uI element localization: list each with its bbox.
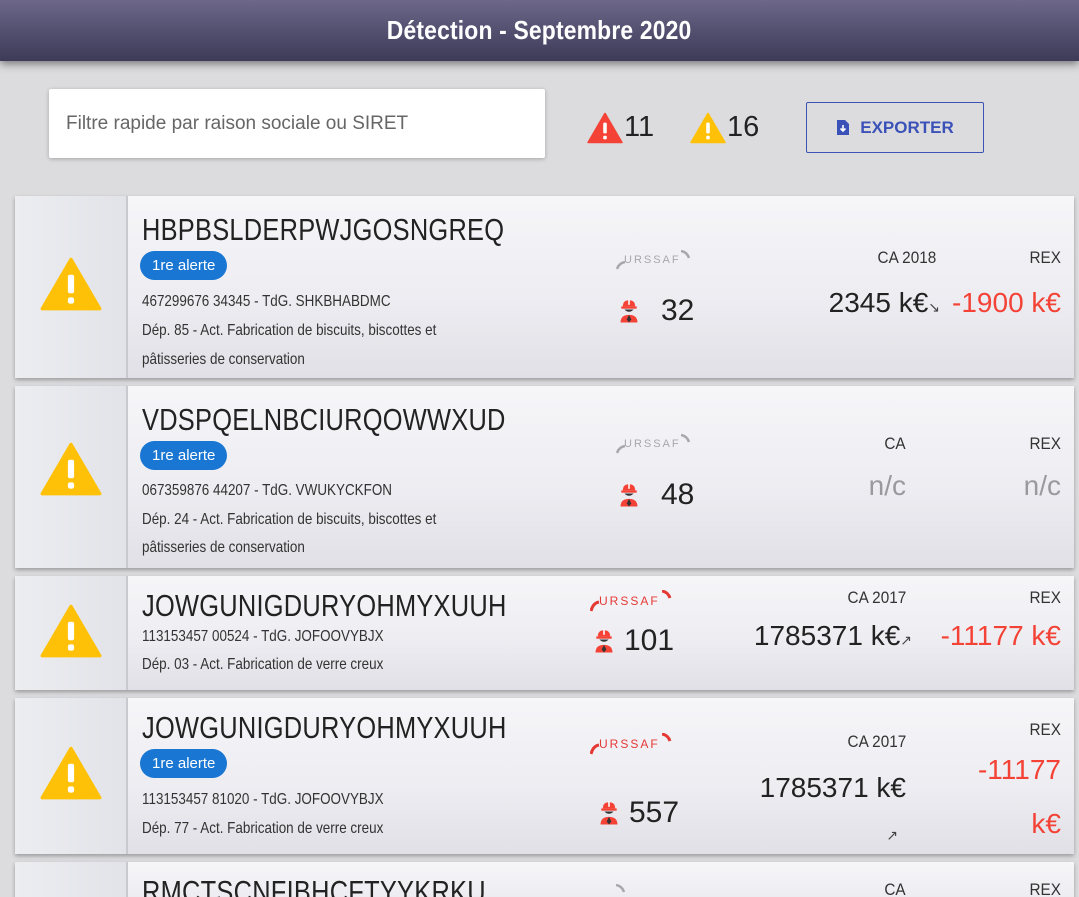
activity-line-continued: pâtisseries de conservation xyxy=(142,539,305,556)
card-alert-column xyxy=(15,576,128,690)
trend-down-icon: ↘ xyxy=(928,299,940,315)
ca-value: 1785371 k€ xyxy=(759,772,906,803)
siret-line: 113153457 81020 - TdG. JOFOOVYBJX xyxy=(142,791,384,808)
ca-label: CA 2018 xyxy=(877,248,936,267)
workers-count-value: 101 xyxy=(624,624,675,657)
activity-line: Dép. 85 - Act. Fabrication de biscuits, … xyxy=(142,322,437,339)
rex-value-unit: k€ xyxy=(1031,808,1061,839)
quick-filter-input[interactable] xyxy=(49,89,545,158)
company-name: JOWGUNIGDURYOHMYXUUH xyxy=(142,588,507,623)
warning-triangle-icon xyxy=(40,442,102,496)
workers-count: 557 xyxy=(599,796,679,830)
file-download-icon xyxy=(837,120,850,135)
activity-line-continued: pâtisseries de conservation xyxy=(142,351,305,368)
filter-bar: 11 16 EXPORTER xyxy=(0,61,1079,191)
ca-label: CA xyxy=(884,880,906,897)
company-name: VDSPQELNBCIURQOWWXUD xyxy=(142,402,506,437)
company-name: RMCTSCNFIBHCFTYYKRKU xyxy=(142,874,486,897)
worker-icon xyxy=(619,482,639,508)
company-card[interactable]: JOWGUNIGDURYOHMYXUUH 113153457 00524 - T… xyxy=(15,576,1074,690)
first-alert-badge: 1re alerte xyxy=(140,251,228,280)
red-alert-count-value: 11 xyxy=(624,111,655,143)
warning-triangle-icon xyxy=(690,112,726,144)
card-alert-column xyxy=(15,862,128,897)
siret-line: 113153457 00524 - TdG. JOFOOVYBJX xyxy=(142,628,384,645)
company-card[interactable]: JOWGUNIGDURYOHMYXUUH 1re alerte 11315345… xyxy=(15,698,1074,854)
export-button[interactable]: EXPORTER xyxy=(806,102,984,153)
export-button-label: EXPORTER xyxy=(860,117,954,137)
rex-label: REX xyxy=(1029,880,1061,897)
yellow-alert-count[interactable]: 16 xyxy=(690,111,759,144)
rex-value: -1900 k€ xyxy=(952,287,1061,318)
urssaf-logo: URSSAF xyxy=(616,250,690,270)
company-card[interactable]: RMCTSCNFIBHCFTYYKRKU CA REX xyxy=(15,862,1074,897)
urssaf-logo: URSSAF xyxy=(590,590,672,612)
ca-label: CA xyxy=(884,434,906,453)
rex-label: REX xyxy=(1029,720,1061,739)
rex-value: n/c xyxy=(1023,470,1061,501)
app-header: Détection - Septembre 2020 xyxy=(0,0,1079,61)
workers-count-value: 557 xyxy=(629,796,680,829)
first-alert-badge: 1re alerte xyxy=(140,749,228,778)
workers-count-value: 48 xyxy=(661,478,695,511)
siret-line: 467299676 34345 - TdG. SHKBHABDMC xyxy=(142,293,391,310)
activity-line: Dép. 77 - Act. Fabrication de verre creu… xyxy=(142,820,384,837)
activity-line: Dép. 24 - Act. Fabrication de biscuits, … xyxy=(142,511,437,528)
yellow-alert-count-value: 16 xyxy=(727,111,760,143)
card-alert-column xyxy=(15,698,128,854)
rex-label: REX xyxy=(1029,248,1061,267)
company-card[interactable]: HBPBSLDERPWJGOSNGREQ 1re alerte 46729967… xyxy=(15,196,1074,378)
workers-count: 32 xyxy=(619,294,694,328)
warning-triangle-icon xyxy=(40,257,102,311)
warning-triangle-icon xyxy=(587,112,623,144)
red-alert-count[interactable]: 11 xyxy=(587,111,654,144)
siret-line: 067359876 44207 - TdG. VWUKYCKFON xyxy=(142,482,393,499)
workers-count: 101 xyxy=(594,624,674,658)
company-name: HBPBSLDERPWJGOSNGREQ xyxy=(142,212,505,247)
ca-label: CA 2017 xyxy=(847,588,906,607)
company-card[interactable]: VDSPQELNBCIURQOWWXUD 1re alerte 06735987… xyxy=(15,386,1074,568)
worker-icon xyxy=(599,800,619,826)
ca-label: CA 2017 xyxy=(847,732,906,751)
ca-value: 1785371 k€↗ xyxy=(753,620,912,651)
page-title: Détection - Septembre 2020 xyxy=(387,15,692,45)
card-alert-column xyxy=(15,386,128,568)
rex-label: REX xyxy=(1029,588,1061,607)
rex-label: REX xyxy=(1029,434,1061,453)
urssaf-logo: URSSAF xyxy=(590,733,672,755)
trend-up-icon: ↗ xyxy=(886,828,898,844)
trend-up-icon: ↗ xyxy=(900,632,912,648)
warning-triangle-icon xyxy=(40,604,102,658)
worker-icon xyxy=(594,628,614,654)
worker-icon xyxy=(619,298,639,324)
warning-triangle-icon xyxy=(40,746,102,800)
company-name: JOWGUNIGDURYOHMYXUUH xyxy=(142,710,507,745)
card-alert-column xyxy=(15,196,128,378)
rex-value: -11177 xyxy=(977,754,1061,785)
ca-value: 2345 k€↘ xyxy=(828,287,940,318)
first-alert-badge: 1re alerte xyxy=(140,441,228,470)
ca-value: n/c xyxy=(868,470,906,501)
workers-count: 48 xyxy=(619,478,694,512)
activity-line: Dép. 03 - Act. Fabrication de verre creu… xyxy=(142,656,384,673)
rex-value: -11177 k€ xyxy=(940,620,1061,651)
workers-count-value: 32 xyxy=(661,294,695,327)
urssaf-logo: URSSAF xyxy=(616,434,690,454)
company-list: HBPBSLDERPWJGOSNGREQ 1re alerte 46729967… xyxy=(15,196,1074,897)
